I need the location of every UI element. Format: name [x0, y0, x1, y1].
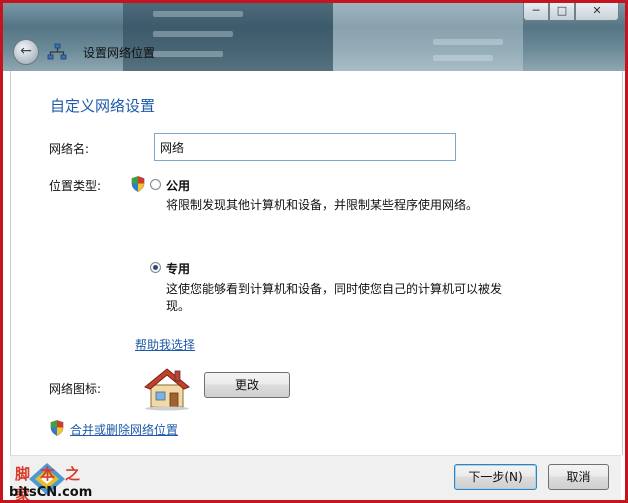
- page-title: 设置网络位置: [83, 46, 156, 60]
- background-ghost: [153, 11, 243, 17]
- network-name-input[interactable]: [154, 133, 456, 161]
- background-ghost: [433, 39, 503, 45]
- maximize-button[interactable]: □: [549, 3, 575, 21]
- network-icon: [47, 43, 67, 60]
- help-me-choose-link[interactable]: 帮助我选择: [135, 336, 195, 353]
- private-radio[interactable]: [150, 262, 161, 273]
- private-option-description: 这使您能够看到计算机和设备，同时使您自己的计算机可以被发: [166, 282, 503, 296]
- dialog-window: ─ □ ✕ ← 设置网络位置 自定义网络设置 网络名: 位置类型: 公用 将限制…: [0, 0, 628, 503]
- house-icon: [144, 368, 190, 411]
- background-ghost: [153, 31, 233, 37]
- public-option-description: 将限制发现其他计算机和设备，并限制某些程序使用网络。: [166, 198, 479, 212]
- public-option-title[interactable]: 公用: [166, 177, 190, 194]
- window-controls: ─ □ ✕: [523, 3, 619, 21]
- watermark: 脚本之家 bitsCN.com: [7, 461, 97, 500]
- background-ghost: [433, 55, 493, 61]
- network-name-label: 网络名:: [49, 142, 90, 156]
- content-area: [10, 71, 623, 455]
- next-button[interactable]: 下一步(N): [454, 464, 537, 490]
- private-option-description: 现。: [166, 299, 191, 313]
- cancel-button[interactable]: 取消: [548, 464, 609, 490]
- public-radio[interactable]: [150, 179, 161, 190]
- shield-icon: [50, 420, 64, 436]
- private-option-title[interactable]: 专用: [166, 260, 190, 277]
- section-heading: 自定义网络设置: [50, 97, 156, 115]
- shield-icon: [131, 176, 145, 192]
- title-bar: ─ □ ✕ ← 设置网络位置: [3, 3, 625, 71]
- network-icon-label: 网络图标:: [49, 382, 102, 396]
- background-panel: [333, 3, 523, 71]
- location-type-label: 位置类型:: [49, 179, 102, 193]
- background-ghost: [153, 51, 223, 57]
- back-arrow-icon[interactable]: ←: [13, 39, 39, 65]
- minimize-button[interactable]: ─: [523, 3, 549, 21]
- merge-delete-link[interactable]: 合并或删除网络位置: [70, 421, 178, 438]
- close-button[interactable]: ✕: [575, 3, 619, 21]
- watermark-text: bitsCN.com: [9, 485, 93, 500]
- change-button[interactable]: 更改: [204, 372, 290, 398]
